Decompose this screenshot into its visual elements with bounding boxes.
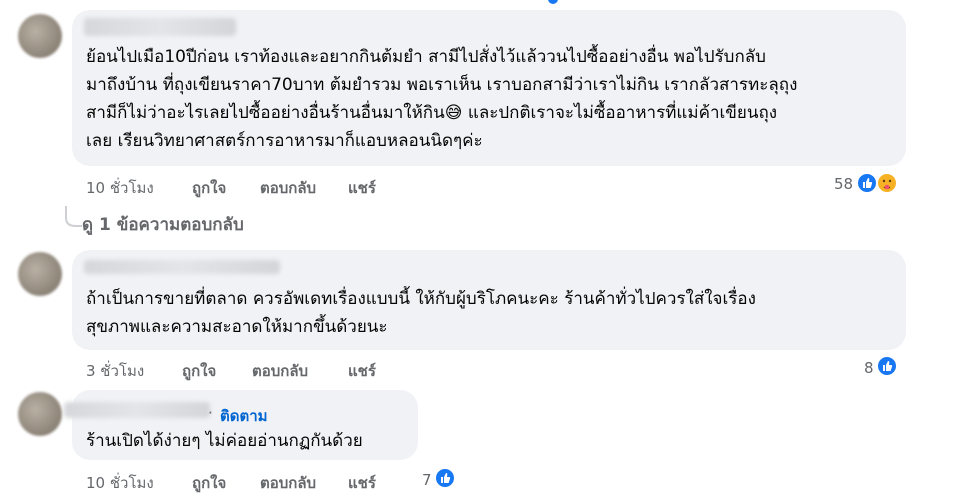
view-replies-link[interactable]: ดู 1 ข้อความตอบกลับ bbox=[82, 211, 244, 238]
comment-text-line-3: สามีก็ไม่ว่าอะไรเลยไปซื้ออย่างอื่นร้านอื… bbox=[86, 100, 777, 126]
like-button[interactable]: ถูกใจ bbox=[182, 359, 216, 383]
reaction-count[interactable]: 7 bbox=[422, 471, 432, 489]
grinning-sweat-emoji: 😅 bbox=[444, 103, 463, 123]
timestamp-link[interactable]: 3 ชั่วโมง bbox=[86, 359, 144, 383]
reply-button[interactable]: ตอบกลับ bbox=[260, 471, 316, 495]
author-name-redacted[interactable] bbox=[84, 260, 280, 274]
author-name-redacted[interactable] bbox=[64, 402, 210, 418]
thumbs-up-icon[interactable] bbox=[876, 355, 898, 377]
separator-dot: · bbox=[208, 404, 213, 422]
share-button[interactable]: แชร์ bbox=[348, 471, 376, 495]
comment-text-line: เลย เรียนวิทยาศาสตร์การอาหารมาก็แอบหลอนน… bbox=[86, 131, 483, 151]
share-button[interactable]: แชร์ bbox=[348, 176, 376, 200]
timestamp-link[interactable]: 10 ชั่วโมง bbox=[86, 176, 154, 200]
comment-actions: 10 ชั่วโมง ถูกใจ ตอบกลับ แชร์ bbox=[86, 176, 486, 197]
timestamp-link[interactable]: 10 ชั่วโมง bbox=[86, 471, 154, 495]
reaction-count[interactable]: 58 bbox=[834, 175, 853, 193]
comment-text-line: ย้อนไปเมือ10ปีก่อน เราท้องและอยากกินต้มย… bbox=[86, 47, 766, 67]
reply-button[interactable]: ตอบกลับ bbox=[260, 176, 316, 200]
reaction-count[interactable]: 8 bbox=[864, 359, 874, 377]
reply-button[interactable]: ตอบกลับ bbox=[252, 359, 308, 383]
avatar[interactable] bbox=[18, 392, 62, 436]
comment-bubble: ย้อนไปเมือ10ปีก่อน เราท้องและอยากกินต้มย… bbox=[72, 10, 906, 166]
comment-text-segment: และปกติเราจะไม่ซื้ออาหารที่แม่ค้าเขียนถุ… bbox=[462, 103, 778, 123]
share-button[interactable]: แชร์ bbox=[348, 359, 376, 383]
comment-text-line: สุขภาพและความสะอาดให้มากขึ้นด้วยนะ bbox=[86, 317, 388, 337]
comment-text-segment: สามีก็ไม่ว่าอะไรเลยไปซื้ออย่างอื่นร้านอื… bbox=[86, 103, 445, 123]
follow-button[interactable]: ติดตาม bbox=[220, 404, 268, 428]
avatar[interactable] bbox=[18, 252, 62, 296]
like-button[interactable]: ถูกใจ bbox=[192, 176, 226, 200]
care-emoji-icon[interactable] bbox=[876, 172, 898, 194]
reply-thread-line bbox=[65, 206, 82, 227]
comment-text-line: มาถึงบ้าน ที่ถุงเขียนราคา70บาท ต้มยำรวม … bbox=[86, 75, 798, 95]
thumbs-up-icon[interactable] bbox=[856, 172, 878, 194]
comment-bubble: ถ้าเป็นการขายที่ตลาด ควรอัพเดทเรื่องแบบน… bbox=[72, 250, 906, 350]
comment-text-line: ร้านเปิดได้ง่ายๆ ไม่ค่อยอ่านกฏกันด้วย bbox=[86, 431, 363, 451]
comment-actions: 10 ชั่วโมง ถูกใจ ตอบกลับ แชร์ bbox=[86, 471, 426, 492]
author-name-redacted[interactable] bbox=[84, 18, 236, 36]
previous-comment-remnant bbox=[0, 0, 966, 6]
thumbs-up-icon[interactable] bbox=[434, 467, 456, 489]
avatar[interactable] bbox=[18, 14, 62, 58]
like-button[interactable]: ถูกใจ bbox=[192, 471, 226, 495]
comment-bubble: · ติดตาม ร้านเปิดได้ง่ายๆ ไม่ค่อยอ่านกฏก… bbox=[64, 390, 418, 460]
comment-text-line: ถ้าเป็นการขายที่ตลาด ควรอัพเดทเรื่องแบบน… bbox=[86, 289, 756, 309]
comment-actions: 3 ชั่วโมง ถูกใจ ตอบกลับ แชร์ bbox=[86, 359, 486, 380]
